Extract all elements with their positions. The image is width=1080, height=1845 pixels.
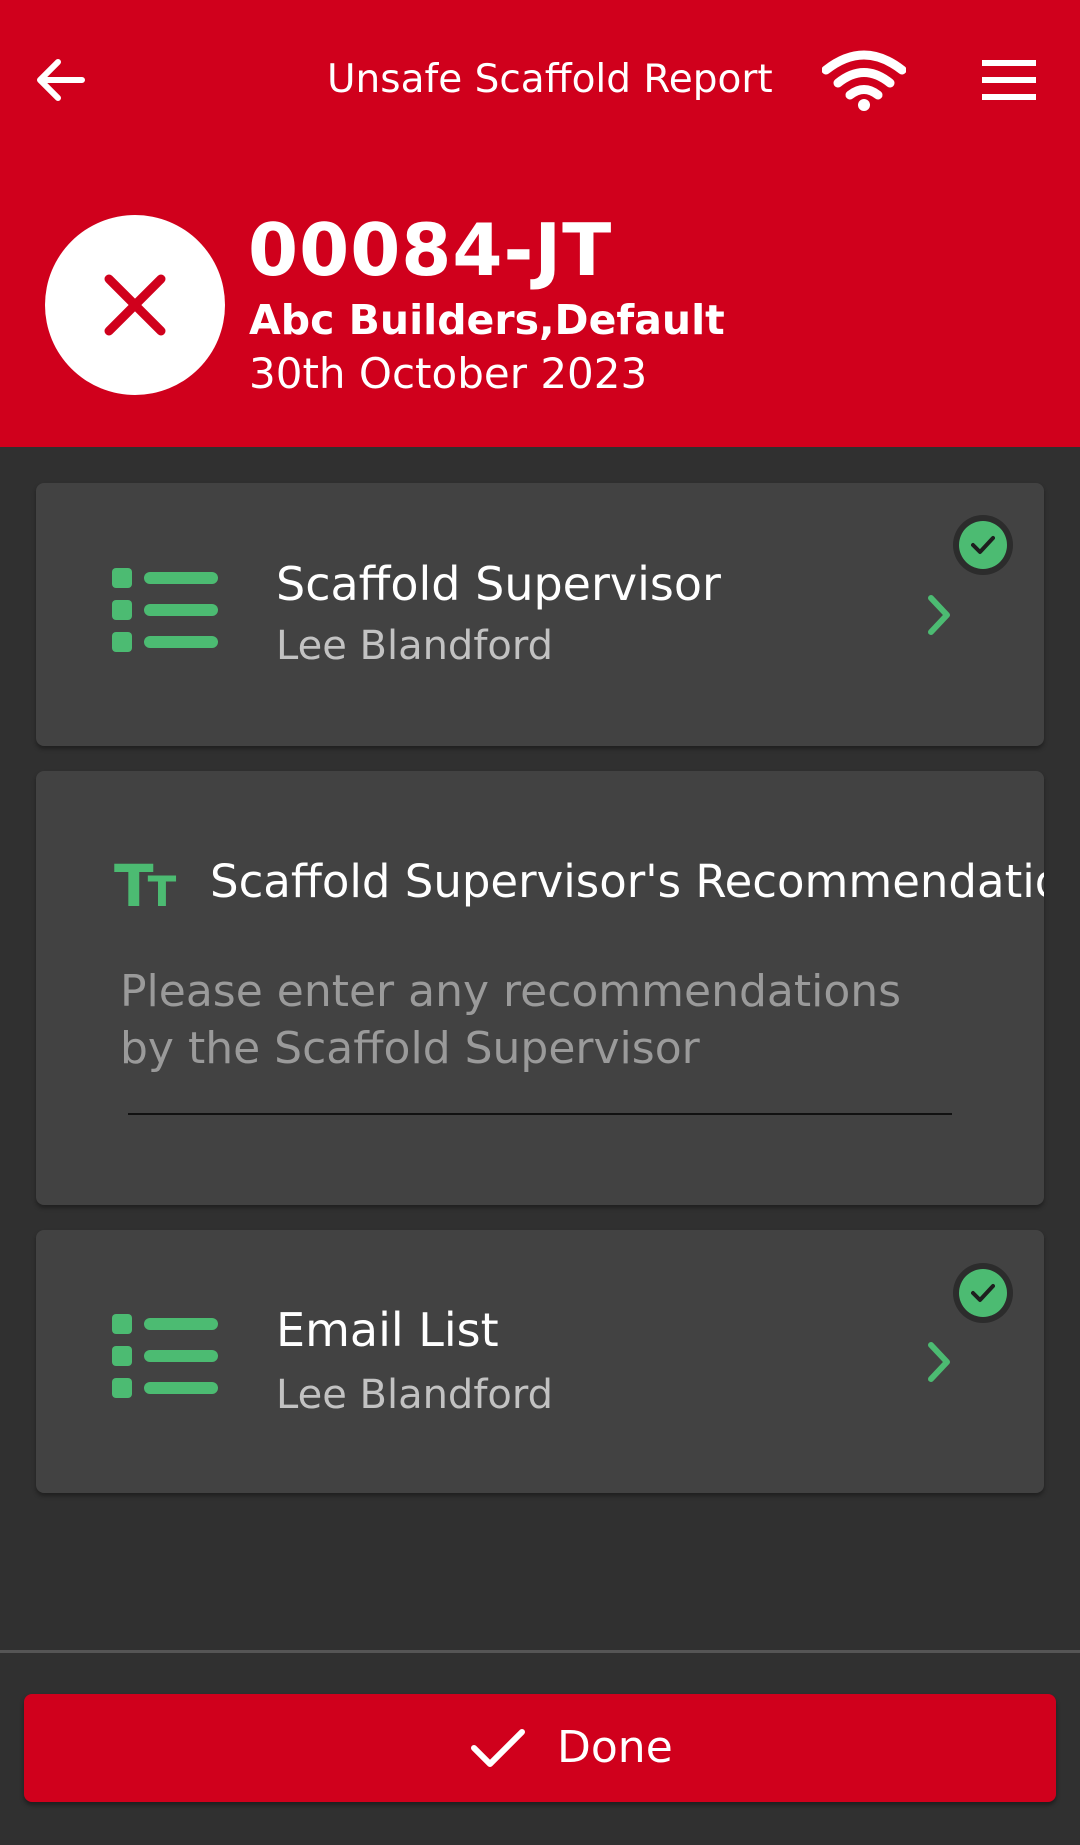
page-title: Unsafe Scaffold Report [327,57,773,102]
check-circle-icon [971,536,995,554]
list-icon [112,568,218,652]
card-subtitle: Lee Blandford [276,1372,554,1418]
input-underline [128,1113,952,1115]
checkmark-icon [471,1729,525,1767]
close-x-icon [104,274,166,336]
card-title: Scaffold Supervisor's Recommendations [210,855,1044,908]
arrow-left-icon [37,59,85,101]
back-button[interactable] [30,50,90,110]
card-title: Email List [276,1303,499,1357]
done-label: Done [557,1722,673,1773]
wifi-icon [821,50,907,111]
completed-badge [953,515,1013,575]
recommendations-card: TT Scaffold Supervisor's Recommendations [36,771,1044,1205]
menu-button[interactable] [978,52,1040,108]
header-bar: Unsafe Scaffold Report 00084-JT Abc Buil… [0,0,1080,447]
completed-badge [953,1263,1013,1323]
report-date: 30th October 2023 [249,349,648,398]
card-subtitle: Lee Blandford [276,623,554,669]
email-list-card[interactable]: Email List Lee Blandford [36,1230,1044,1493]
chevron-right-icon [928,1342,950,1382]
card-title: Scaffold Supervisor [276,557,721,611]
done-button[interactable]: Done [24,1694,1056,1802]
list-icon [112,1314,218,1398]
check-circle-icon [971,1284,995,1302]
scaffold-supervisor-card[interactable]: Scaffold Supervisor Lee Blandford [36,483,1044,746]
text-format-icon: TT [114,852,177,920]
hamburger-menu-icon [982,60,1036,100]
status-badge [45,215,225,395]
company-name: Abc Builders,Default [249,296,725,344]
footer-divider [0,1650,1080,1653]
recommendations-input[interactable] [120,963,956,1073]
wifi-button[interactable] [821,50,907,114]
chevron-right-icon [928,595,950,635]
report-reference: 00084-JT [248,208,613,292]
